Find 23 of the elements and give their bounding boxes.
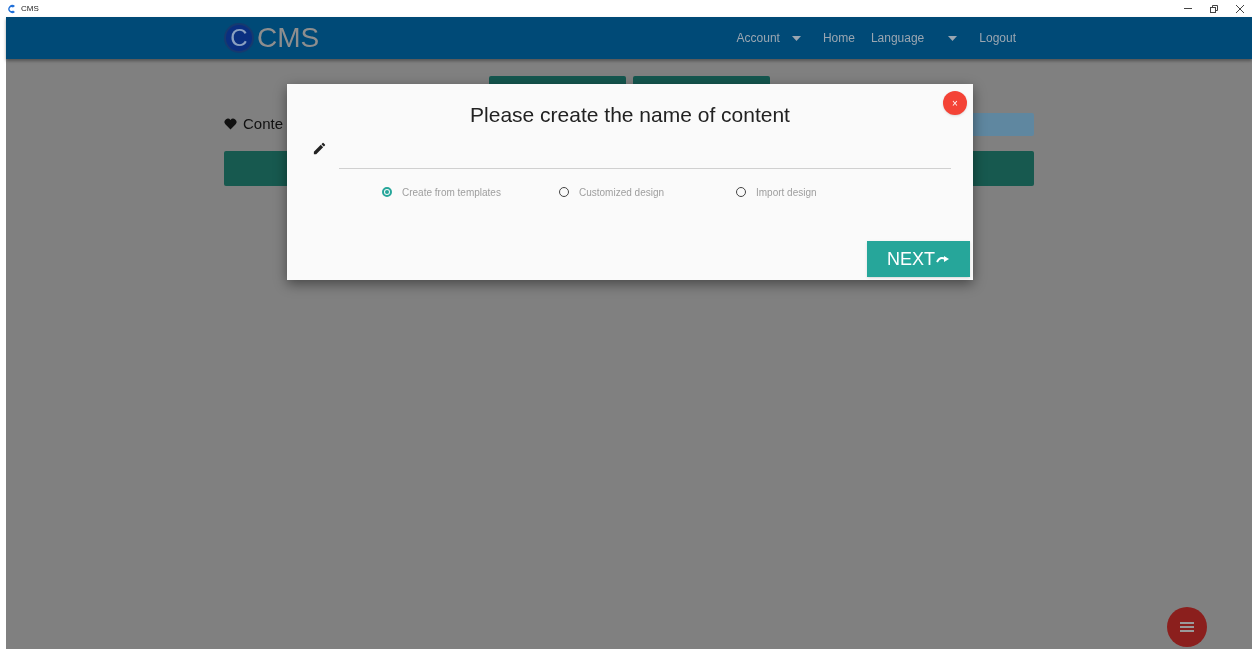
nav-link[interactable]: Home — [814, 29, 863, 47]
section-title: Conte — [243, 113, 284, 134]
minimize-icon[interactable] — [1184, 7, 1192, 10]
next-button[interactable]: NEXT — [867, 241, 970, 277]
radio-option[interactable]: Customized design — [559, 184, 736, 200]
pencil-icon — [312, 140, 327, 156]
heart-icon — [224, 118, 237, 130]
window-title: CMS — [21, 2, 39, 15]
radio-option[interactable]: Create from templates — [382, 184, 559, 200]
logo[interactable]: C CMS — [224, 23, 320, 53]
close-button[interactable]: × — [943, 91, 967, 115]
dialog-title: Please create the name of content — [470, 102, 790, 128]
redo-arrow-icon — [936, 255, 950, 263]
fab-button[interactable] — [1167, 607, 1207, 647]
nav-link[interactable]: Language — [862, 29, 972, 47]
nav-link[interactable]: Account — [728, 29, 815, 47]
close-icon[interactable] — [1236, 4, 1244, 13]
menu-icon — [1180, 622, 1194, 632]
radio-option[interactable]: Import design — [736, 184, 913, 200]
restore-icon[interactable] — [1210, 4, 1218, 13]
app-icon — [6, 3, 17, 14]
radio-button[interactable] — [382, 187, 392, 197]
nav-link[interactable]: Logout — [971, 29, 1024, 47]
